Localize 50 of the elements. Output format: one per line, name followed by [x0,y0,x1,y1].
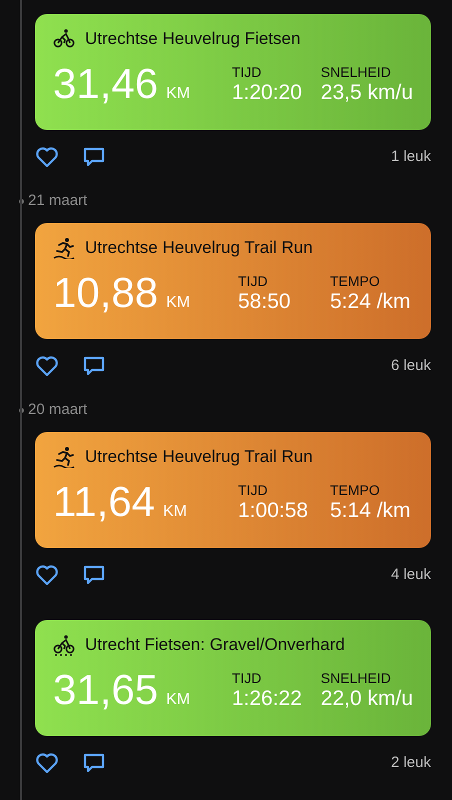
like-count: 6 leuk [390,356,431,376]
stat-label: SNELHEID [320,64,392,80]
distance-unit: KM [166,293,190,313]
stat-value: 1:26:22 [232,686,303,712]
stat-value: 5:14 /km [330,498,411,524]
like-count: 4 leuk [390,564,431,585]
stat-label: TIJD [238,273,269,289]
comment-button[interactable] [83,564,105,586]
stat-value: 23,5 km/u [320,80,413,106]
stat-label: TIJD [238,482,269,498]
activity-card[interactable]: Utrechtse Heuvelrug Trail Run 10,88 KM TIJD 58:50 TEMPO 5:24 /km [35,223,431,339]
like-button[interactable] [35,564,59,586]
activity-card[interactable]: Utrechtse Heuvelrug Trail Run 11,64 KM TIJD 1:00:58 TEMPO 5:14 /km [35,432,431,548]
activity-title: Utrechtse Heuvelrug Fietsen [85,28,300,50]
comment-button[interactable] [83,355,105,377]
like-button[interactable] [35,355,59,377]
distance-unit: KM [163,502,187,522]
runner-icon [53,446,75,468]
activity-card[interactable]: Utrechtse Heuvelrug Fietsen 31,46 KM TIJD 1:20:20 SNELHEID 23,5 km/u [35,14,431,130]
cyclist-icon [53,28,75,50]
stat-label: TEMPO [330,273,381,289]
stat-label: TIJD [232,670,262,686]
activity-card[interactable]: Utrecht Fietsen: Gravel/Onverhard 31,65 KM TIJD 1:26:22 SNELHEID 22,0 km/u [35,620,431,736]
cyclist-icon [53,634,75,656]
comment-button[interactable] [83,146,105,168]
timeline-dot [19,408,24,412]
distance-value: 31,46 [53,62,158,106]
activity-title: Utrechtse Heuvelrug Trail Run [85,446,313,468]
stat-label: TEMPO [330,482,381,498]
distance-value: 11,64 [53,480,155,524]
like-button[interactable] [35,752,59,774]
stat-label: SNELHEID [320,670,392,686]
distance-unit: KM [166,690,190,710]
activity-title: Utrecht Fietsen: Gravel/Onverhard [85,634,345,656]
comment-button[interactable] [83,752,105,774]
stat-label: TIJD [232,64,262,80]
activity-title: Utrechtse Heuvelrug Trail Run [85,237,313,259]
stat-value: 58:50 [238,289,292,315]
stat-value: 22,0 km/u [320,686,413,712]
distance-unit: KM [166,84,190,104]
stat-value: 5:24 /km [330,289,411,315]
like-button[interactable] [35,146,59,168]
like-count: 1 leuk [390,146,431,167]
stat-value: 1:00:58 [238,498,310,524]
distance-value: 31,65 [53,668,158,712]
timeline-dot [19,198,24,204]
runner-icon [53,237,75,259]
stat-value: 1:20:20 [232,80,303,106]
like-count: 2 leuk [390,752,431,773]
distance-value: 10,88 [53,271,158,315]
